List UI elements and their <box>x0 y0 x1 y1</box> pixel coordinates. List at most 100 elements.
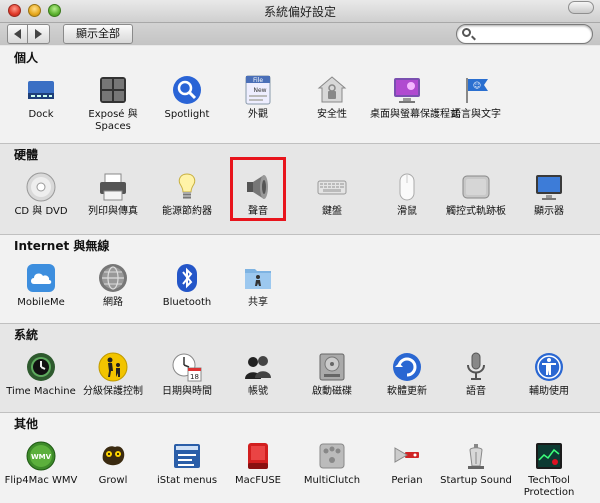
pref-pane-universal-access[interactable]: 輔助使用 <box>512 351 586 398</box>
pref-pane-energy-saver[interactable]: 能源節約器 <box>150 171 224 218</box>
pref-pane-label: 軟體更新 <box>387 386 427 397</box>
mouse-icon <box>391 171 423 203</box>
svg-text:WMV: WMV <box>31 453 52 461</box>
pref-pane-macfuse[interactable]: MacFUSE <box>221 440 295 487</box>
language-text-icon: ☺ <box>460 74 492 106</box>
trackpad-icon <box>460 171 492 203</box>
pref-pane-label: 能源節約器 <box>162 206 212 217</box>
pref-pane-label: 啟動磁碟 <box>312 386 352 397</box>
bluetooth-icon <box>171 262 203 294</box>
pref-pane-growl[interactable]: Growl <box>76 440 150 487</box>
section-1: 硬體 CD 與 DVD 列印與傳真 能源節約器 聲音 鍵盤 滑鼠 觸控式軌跡板 顯示器 <box>0 143 600 234</box>
title-bar: 系統偏好設定 <box>0 0 600 23</box>
section-title: 其他 <box>14 417 39 431</box>
pref-pane-print-fax[interactable]: 列印與傳真 <box>76 171 150 218</box>
pref-pane-label: 安全性 <box>317 109 347 120</box>
print-fax-icon <box>97 171 129 203</box>
pref-pane-dock[interactable]: Dock <box>4 74 78 121</box>
techtool-protection-icon <box>533 440 565 472</box>
show-all-button[interactable]: 顯示全部 <box>63 24 133 44</box>
pref-pane-spotlight[interactable]: Spotlight <box>150 74 224 121</box>
search-icon <box>462 28 471 37</box>
section-2: Internet 與無線 MobileMe 網路 Bluetooth 共享 <box>0 234 600 323</box>
search-input[interactable] <box>475 26 585 42</box>
pref-pane-techtool-protection[interactable]: TechTool Protection <box>512 440 586 499</box>
pref-pane-trackpad[interactable]: 觸控式軌跡板 <box>439 171 513 218</box>
pref-pane-sound[interactable]: 聲音 <box>221 171 295 218</box>
pref-pane-keyboard[interactable]: 鍵盤 <box>295 171 369 218</box>
pref-pane-label: Growl <box>98 475 128 486</box>
pref-pane-date-time[interactable]: 18 日期與時間 <box>150 351 224 398</box>
svg-text:File: File <box>253 77 263 84</box>
pref-pane-label: 顯示器 <box>534 206 564 217</box>
pref-pane-software-update[interactable]: 軟體更新 <box>370 351 444 398</box>
toolbar-toggle-button[interactable] <box>568 1 594 14</box>
pref-pane-label: Bluetooth <box>162 297 212 308</box>
time-machine-icon <box>25 351 57 383</box>
pref-pane-security[interactable]: 安全性 <box>295 74 369 121</box>
section-0: 個人 Dock Exposé 與 Spaces Spotlight File New 外觀 安… <box>0 46 600 143</box>
network-icon <box>97 262 129 294</box>
parental-controls-icon <box>97 351 129 383</box>
section-title: 系統 <box>14 328 39 342</box>
pref-pane-istat-menus[interactable]: iStat menus <box>150 440 224 487</box>
pref-pane-expose-spaces[interactable]: Exposé 與 Spaces <box>76 74 150 133</box>
pref-pane-label: 外觀 <box>248 109 268 120</box>
pref-pane-language-text[interactable]: ☺ 語言與文字 <box>439 74 513 121</box>
pref-pane-parental-controls[interactable]: 分級保護控制 <box>76 351 150 398</box>
back-button[interactable] <box>7 24 28 44</box>
pref-pane-bluetooth[interactable]: Bluetooth <box>150 262 224 309</box>
pref-pane-accounts[interactable]: 帳號 <box>221 351 295 398</box>
pref-pane-displays[interactable]: 顯示器 <box>512 171 586 218</box>
startup-disk-icon <box>316 351 348 383</box>
section-3: 系統 Time Machine 分級保護控制 18 日期與時間 帳號 啟動磁碟 軟體更新 語音 輔… <box>0 323 600 412</box>
pref-pane-label: Perian <box>391 475 423 486</box>
window-title: 系統偏好設定 <box>263 5 336 19</box>
pref-pane-flip4mac-wmv[interactable]: WMV Flip4Mac WMV <box>4 440 78 487</box>
pref-pane-network[interactable]: 網路 <box>76 262 150 309</box>
section-divider <box>0 234 600 235</box>
pref-pane-label: Spotlight <box>164 109 210 120</box>
pref-pane-speech[interactable]: 語音 <box>439 351 513 398</box>
appearance-icon: File New <box>242 74 274 106</box>
speech-icon <box>460 351 492 383</box>
pref-pane-mobileme[interactable]: MobileMe <box>4 262 78 309</box>
pref-pane-startup-disk[interactable]: 啟動磁碟 <box>295 351 369 398</box>
pref-pane-label: 桌面與螢幕保護程式 <box>370 109 460 120</box>
startup-sound-icon <box>460 440 492 472</box>
sharing-icon <box>242 262 274 294</box>
section-title: 硬體 <box>14 148 39 162</box>
pref-pane-label: 語言與文字 <box>451 109 501 120</box>
pref-pane-sharing[interactable]: 共享 <box>221 262 295 309</box>
svg-text:18: 18 <box>190 373 199 381</box>
search-field[interactable] <box>456 24 593 44</box>
pref-pane-multiclutch[interactable]: MultiClutch <box>295 440 369 487</box>
pref-pane-time-machine[interactable]: Time Machine <box>4 351 78 398</box>
keyboard-icon <box>316 171 348 203</box>
accounts-icon <box>242 351 274 383</box>
pref-pane-perian[interactable]: Perian <box>370 440 444 487</box>
pref-pane-label: 共享 <box>248 297 268 308</box>
pref-pane-label: MacFUSE <box>235 475 281 486</box>
svg-text:☺: ☺ <box>473 81 481 90</box>
forward-button[interactable] <box>28 24 50 44</box>
expose-spaces-icon <box>97 74 129 106</box>
pref-pane-startup-sound[interactable]: Startup Sound <box>439 440 513 487</box>
pref-pane-mouse[interactable]: 滑鼠 <box>370 171 444 218</box>
growl-icon <box>97 440 129 472</box>
sound-icon <box>242 171 274 203</box>
pref-pane-label: 日期與時間 <box>162 386 212 397</box>
pref-pane-label: Flip4Mac WMV <box>4 475 78 486</box>
energy-saver-icon <box>171 171 203 203</box>
system-preferences-window: 系統偏好設定 顯示全部 個人 Dock Exposé 與 Spaces Spotlig… <box>0 0 600 503</box>
section-divider <box>0 323 600 324</box>
date-time-icon: 18 <box>171 351 203 383</box>
pref-pane-appearance[interactable]: File New 外觀 <box>221 74 295 121</box>
istat-menus-icon <box>171 440 203 472</box>
pref-pane-desktop-screensaver[interactable]: 桌面與螢幕保護程式 <box>370 74 460 121</box>
pref-pane-cd-dvd[interactable]: CD 與 DVD <box>4 171 78 218</box>
pref-pane-label: 聲音 <box>248 206 268 217</box>
pref-pane-label: 語音 <box>466 386 486 397</box>
security-icon <box>316 74 348 106</box>
pref-pane-label: Dock <box>28 109 54 120</box>
